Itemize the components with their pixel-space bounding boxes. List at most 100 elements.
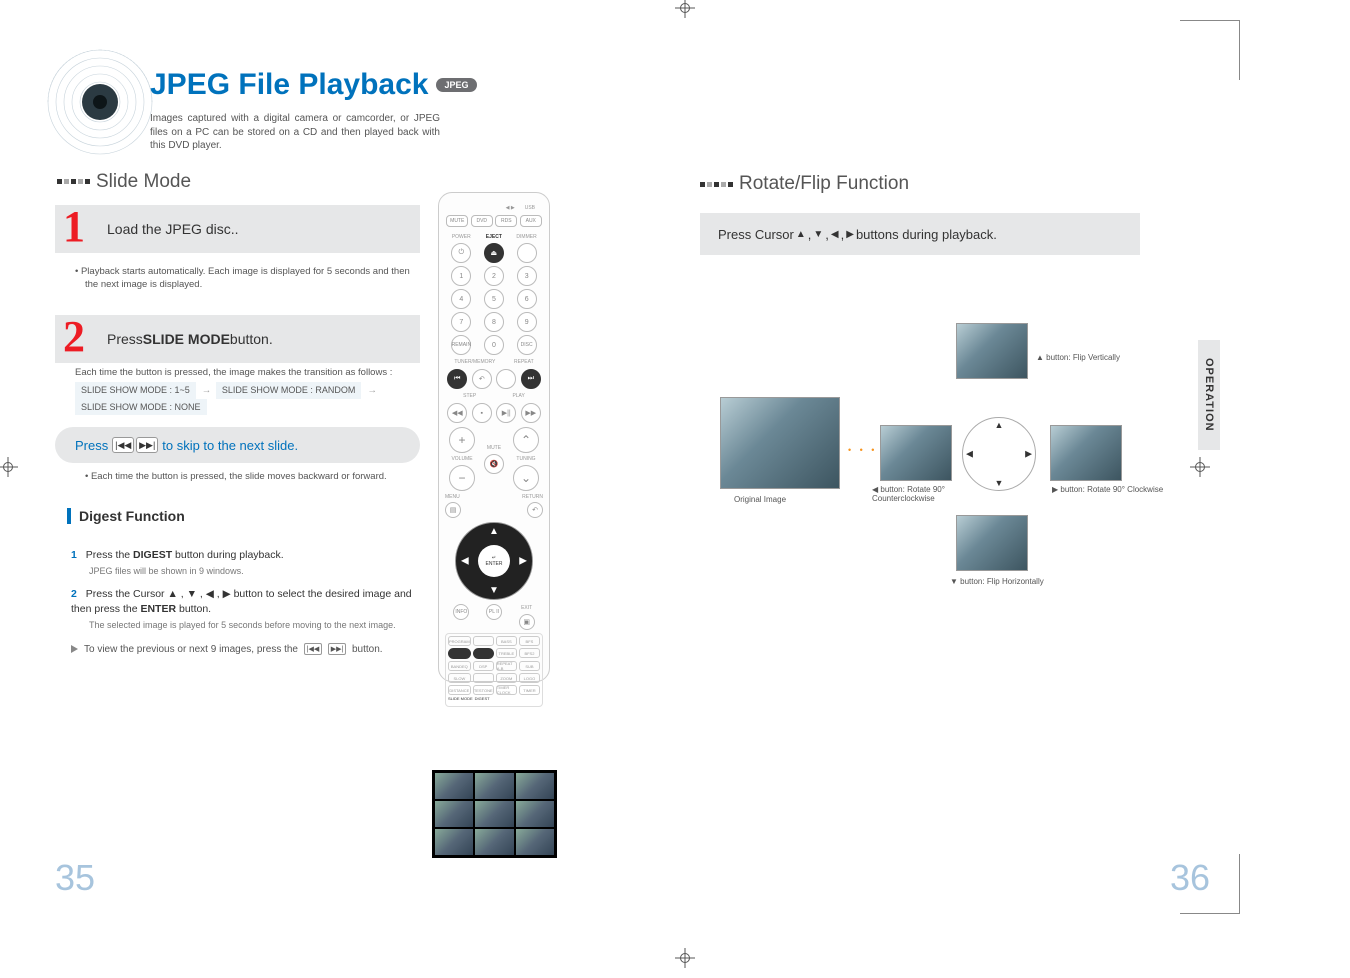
remote-btn-vol-up[interactable]: + — [449, 427, 475, 453]
remote-btn-rds[interactable]: RDS — [495, 215, 517, 227]
rc-repeatab[interactable]: REPEAT A-B — [496, 661, 517, 671]
remote-btn-skipfwd[interactable]: ⏭ — [521, 369, 541, 389]
remote-btn-vol-down[interactable]: − — [449, 465, 475, 491]
arrow-down-icon: ▼ — [813, 229, 823, 240]
band-text-a: Press Cursor — [718, 227, 794, 242]
rc-program[interactable]: PROGRAM — [448, 636, 471, 646]
d2-a: Press the Cursor — [86, 588, 168, 600]
rc-bfs2[interactable]: BFS2 — [519, 648, 540, 658]
remote-lbl-play: PLAY — [512, 393, 524, 399]
rc-digest[interactable] — [473, 648, 494, 659]
rc-distance[interactable]: DISTANCE — [448, 685, 471, 695]
jpeg-badge: JPEG — [436, 78, 476, 92]
remote-btn-dimmer[interactable] — [517, 243, 537, 263]
slide-mode-heading: Slide Mode — [57, 171, 645, 193]
remote-btn-menu[interactable]: ▤ — [445, 502, 461, 518]
remote-lbl-power: POWER — [452, 234, 471, 240]
remote-btn-remain[interactable]: REMAIN — [451, 335, 471, 355]
rotate-heading: Rotate/Flip Function — [700, 173, 1160, 195]
digest-item-2: 2 Press the Cursor ▲ , ▼ , ◀ , ▶ button … — [71, 587, 421, 631]
remote-btn-power[interactable]: ⏻ — [451, 243, 471, 263]
rc-logo[interactable]: LOGO — [519, 673, 540, 683]
remote-btn-plii[interactable]: PL II — [486, 604, 502, 620]
remote-btn-disc[interactable]: DISC — [517, 335, 537, 355]
rotate-diagram: • • • • • • Original Image ▲ button: Fli… — [700, 315, 1160, 565]
remote-lbl-mute: MUTE — [487, 445, 501, 451]
remote-dpad-up[interactable]: ▲ — [489, 526, 499, 537]
skip-back-icon: |◀◀ — [112, 437, 134, 453]
remote-btn-tune1[interactable]: ↶ — [472, 369, 492, 389]
d2-d: button. — [176, 603, 211, 615]
remote-btn-tune-down[interactable]: ⌄ — [513, 465, 539, 491]
cursor-arrows-inline: ▲ , ▼ , ◀ , ▶ — [167, 588, 230, 600]
step-2-heading: Press SLIDE MODE button. — [55, 315, 420, 363]
remote-dpad-right[interactable]: ▶ — [519, 556, 527, 567]
remote-btn-5[interactable]: 5 — [484, 289, 504, 309]
flip-horizontal-image — [956, 515, 1028, 571]
remote-btn-0[interactable]: 0 — [484, 335, 504, 355]
remote-btn-exit[interactable]: ▣ — [519, 614, 535, 630]
arrow-right-icon: ▶ — [846, 229, 854, 240]
rotate-heading-label: Rotate/Flip Function — [739, 173, 909, 195]
crop-mark — [1180, 447, 1220, 487]
remote-btn-info[interactable]: INFO — [453, 604, 469, 620]
remote-btn-ff[interactable]: ▶▶ — [521, 403, 541, 423]
remote-btn-mute-top[interactable]: MUTE — [446, 215, 468, 227]
remote-btn-8[interactable]: 8 — [484, 312, 504, 332]
remote-btn-return[interactable]: ↶ — [527, 502, 543, 518]
remote-btn-enter[interactable]: ↵ENTER — [478, 545, 510, 577]
remote-btn-eject[interactable]: ⏏ — [484, 243, 504, 263]
rc-slow[interactable]: SLOW — [448, 673, 471, 683]
rc-sub[interactable]: SUB — [519, 661, 540, 671]
disk-right-icon: ▶ — [1025, 449, 1032, 460]
d2-num: 2 — [71, 588, 77, 600]
rc-timer[interactable]: TIMER — [519, 685, 540, 695]
digest-9window-preview — [432, 770, 557, 858]
rc-bass[interactable]: BASS — [496, 636, 517, 646]
remote-btn-mute[interactable]: 🔇 — [484, 454, 504, 474]
remote-lbl-return: RETURN — [522, 494, 543, 500]
remote-btn-playpause[interactable]: ▶|| — [496, 403, 516, 423]
remote-btn-1[interactable]: 1 — [451, 266, 471, 286]
mode-chip-3: SLIDE SHOW MODE : NONE — [75, 399, 207, 415]
rc-empty2[interactable] — [473, 673, 494, 683]
remote-btn-stop[interactable]: ▪ — [472, 403, 492, 423]
left-page: JPEG File Playback JPEG Images captured … — [45, 30, 645, 655]
remote-btn-2[interactable]: 2 — [484, 266, 504, 286]
rc-testone[interactable]: TESTONE — [473, 685, 494, 695]
remote-btn-tune2[interactable] — [496, 369, 516, 389]
side-tab-label: OPERATION — [1203, 358, 1215, 432]
rc-lbl-digest: DIGEST — [475, 696, 490, 701]
remote-bottom-grid: PROGRAM BASSBFS TREBLEBFS2 BANDEQDSPREPEA… — [445, 633, 543, 707]
rc-timerclock[interactable]: TIMER CLOCK — [496, 685, 517, 695]
crop-mark — [0, 447, 28, 487]
remote-btn-aux[interactable]: AUX — [520, 215, 542, 227]
transition-modes: SLIDE SHOW MODE : 1~5→ SLIDE SHOW MODE :… — [75, 382, 645, 415]
remote-btn-rew[interactable]: ◀◀ — [447, 403, 467, 423]
arrow-up-icon: ▲ — [796, 229, 806, 240]
remote-btn-tune-up[interactable]: ⌃ — [513, 427, 539, 453]
remote-lbl-repeat: REPEAT — [514, 359, 534, 365]
rc-slidemode[interactable] — [448, 648, 471, 659]
remote-btn-skipback[interactable]: ⏮ — [447, 369, 467, 389]
remote-btn-4[interactable]: 4 — [451, 289, 471, 309]
rc-bfs[interactable]: BFS — [519, 636, 540, 646]
remote-lbl-tuning: TUNING — [516, 456, 535, 462]
page-number-left: 35 — [55, 857, 95, 899]
remote-control: ◀ ▶ USB MUTE DVD RDS AUX POWER⏻ EJECT⏏ D… — [438, 192, 550, 682]
rc-bandeq[interactable]: BANDEQ — [448, 661, 471, 671]
remote-btn-7[interactable]: 7 — [451, 312, 471, 332]
title-row: JPEG File Playback JPEG — [150, 68, 645, 102]
remote-btn-9[interactable]: 9 — [517, 312, 537, 332]
d2-c: ENTER — [140, 603, 176, 615]
remote-lbl-usb: USB — [525, 205, 535, 211]
remote-btn-3[interactable]: 3 — [517, 266, 537, 286]
rc-empty1[interactable] — [473, 636, 494, 646]
remote-btn-dvd[interactable]: DVD — [471, 215, 493, 227]
rc-dsp[interactable]: DSP — [473, 661, 494, 671]
remote-dpad-left[interactable]: ◀ — [461, 556, 469, 567]
remote-dpad-down[interactable]: ▼ — [489, 585, 499, 596]
remote-btn-6[interactable]: 6 — [517, 289, 537, 309]
rc-treble[interactable]: TREBLE — [496, 648, 517, 658]
rc-zoom[interactable]: ZOOM — [496, 673, 517, 683]
